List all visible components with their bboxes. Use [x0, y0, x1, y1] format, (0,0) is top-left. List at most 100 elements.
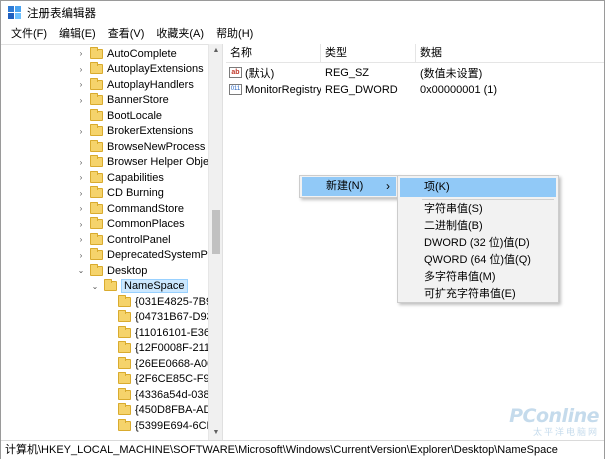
- tree-expander-icon[interactable]: ⌄: [90, 282, 100, 291]
- folder-icon: [90, 108, 103, 121]
- tree-item[interactable]: {26EE0668-A00A: [104, 356, 221, 372]
- folder-icon: [118, 341, 131, 354]
- table-row[interactable]: 011 MonitorRegistry REG_DWORD 0x00000001…: [226, 81, 604, 98]
- folder-icon: [90, 248, 103, 261]
- tree-expander-icon[interactable]: ›: [76, 49, 86, 58]
- tree-item-label: Capabilities: [107, 171, 164, 184]
- new-submenu: 项(K) 字符串值(S) 二进制值(B) DWORD (32 位)值(D) QW…: [397, 175, 559, 303]
- tree-item[interactable]: › BannerStore: [76, 93, 169, 109]
- tree-item[interactable]: {11016101-E366-: [104, 325, 220, 341]
- value-type: REG_SZ: [325, 66, 370, 79]
- folder-icon: [90, 263, 103, 276]
- tree-item[interactable]: › AutoplayExtensions: [76, 62, 204, 78]
- folder-icon: [90, 232, 103, 245]
- tree-item[interactable]: BootLocale: [76, 108, 162, 124]
- tree-item-label: ControlPanel: [107, 233, 171, 246]
- folder-icon: [118, 403, 131, 416]
- tree-expander-icon[interactable]: ›: [76, 96, 86, 105]
- tree-expander-icon[interactable]: ›: [76, 220, 86, 229]
- folder-icon: [90, 170, 103, 183]
- value-name: MonitorRegistry: [245, 83, 321, 96]
- folder-icon: [104, 279, 117, 292]
- tree-expander-icon[interactable]: ›: [76, 251, 86, 260]
- value-data: 0x00000001 (1): [420, 83, 498, 96]
- menu-help[interactable]: 帮助(H): [210, 25, 259, 44]
- column-header-data[interactable]: 数据: [416, 44, 604, 63]
- tree-item[interactable]: › CommandStore: [76, 201, 184, 217]
- tree-vertical-scrollbar[interactable]: ▲ ▼: [208, 44, 222, 440]
- tree-item[interactable]: BrowseNewProcess: [76, 139, 205, 155]
- scroll-up-arrow-icon[interactable]: ▲: [209, 44, 223, 58]
- tree-item[interactable]: › CommonPlaces: [76, 217, 185, 233]
- tree-item[interactable]: ⌄ Desktop: [76, 263, 147, 279]
- context-menu-new[interactable]: 新建(N) ›: [302, 177, 396, 196]
- tree-item[interactable]: {12F0008F-2113-: [104, 341, 220, 357]
- folder-icon: [90, 139, 103, 152]
- tree-expander-icon[interactable]: ›: [76, 235, 86, 244]
- tree-item[interactable]: › CD Burning: [76, 186, 164, 202]
- folder-icon: [90, 201, 103, 214]
- tree-expander-icon[interactable]: ⌄: [76, 266, 86, 275]
- submenu-arrow-icon: ›: [386, 179, 390, 193]
- string-value-icon: ab: [229, 67, 242, 78]
- tree-item-label: AutoplayHandlers: [107, 78, 194, 91]
- tree-item-label: AutoplayExtensions: [107, 63, 204, 76]
- menu-file[interactable]: 文件(F): [5, 25, 53, 44]
- tree-item-label: BrowseNewProcess: [107, 140, 206, 153]
- title-bar[interactable]: 注册表编辑器: [1, 1, 604, 25]
- tree-item[interactable]: › ControlPanel: [76, 232, 171, 248]
- tree-item[interactable]: {2F6CE85C-F9EE-: [104, 372, 222, 388]
- tree-expander-icon[interactable]: ›: [76, 189, 86, 198]
- registry-editor-icon: [8, 6, 22, 20]
- menu-favorites[interactable]: 收藏夹(A): [150, 25, 210, 44]
- context-menu: 新建(N) ›: [299, 175, 399, 198]
- menu-bar: 文件(F) 编辑(E) 查看(V) 收藏夹(A) 帮助(H): [1, 25, 604, 44]
- tree-expander-icon[interactable]: ›: [76, 65, 86, 74]
- tree-item-label: NameSpace: [121, 279, 188, 294]
- tree-item[interactable]: › DeprecatedSystemPack: [76, 248, 222, 264]
- folder-icon: [118, 294, 131, 307]
- tree-item[interactable]: › AutoComplete: [76, 46, 177, 62]
- tree-item-label: CommandStore: [107, 202, 185, 215]
- tree-item[interactable]: {031E4825-7B94-: [104, 294, 222, 310]
- tree-item-label: CommonPlaces: [107, 218, 185, 231]
- tree-item[interactable]: › Browser Helper Object: [76, 155, 218, 171]
- tree-expander-icon[interactable]: ›: [76, 80, 86, 89]
- registry-editor-window: 注册表编辑器 文件(F) 编辑(E) 查看(V) 收藏夹(A) 帮助(H) › A…: [0, 0, 605, 459]
- folder-icon: [118, 372, 131, 385]
- registry-tree[interactable]: › AutoComplete › AutoplayExtensions › Autopla…: [1, 44, 222, 440]
- tree-expander-icon[interactable]: ›: [76, 158, 86, 167]
- tree-item[interactable]: {5399E694-6CE5-: [104, 418, 222, 434]
- tree-expander-icon[interactable]: ›: [76, 173, 86, 182]
- folder-icon: [118, 387, 131, 400]
- scroll-down-arrow-icon[interactable]: ▼: [209, 426, 223, 440]
- submenu-item-key[interactable]: 项(K): [400, 178, 556, 197]
- folder-icon: [118, 325, 131, 338]
- scroll-thumb[interactable]: [212, 210, 220, 254]
- tree-expander-icon[interactable]: ›: [76, 127, 86, 136]
- table-row[interactable]: ab (默认) REG_SZ (数值未设置): [226, 64, 604, 81]
- tree-item[interactable]: {04731B67-D933: [104, 310, 219, 326]
- status-bar-path: 计算机\HKEY_LOCAL_MACHINE\SOFTWARE\Microsof…: [1, 440, 604, 459]
- tree-item[interactable]: {450D8FBA-AD25: [104, 403, 222, 419]
- column-header-type[interactable]: 类型: [321, 44, 416, 63]
- menu-view[interactable]: 查看(V): [102, 25, 151, 44]
- menu-edit[interactable]: 编辑(E): [53, 25, 102, 44]
- tree-item[interactable]: › AutoplayHandlers: [76, 77, 194, 93]
- tree-item[interactable]: › Capabilities: [76, 170, 164, 186]
- tree-item[interactable]: ⌄ NameSpace: [90, 279, 188, 295]
- folder-icon: [90, 77, 103, 90]
- column-header-name[interactable]: 名称: [226, 44, 321, 63]
- submenu-item-expandable-string[interactable]: 可扩充字符串值(E): [400, 285, 556, 304]
- tree-item[interactable]: {4336a54d-038b: [104, 387, 216, 403]
- folder-icon: [90, 46, 103, 59]
- value-data: (数值未设置): [420, 67, 483, 80]
- window-title: 注册表编辑器: [27, 8, 96, 20]
- tree-item-label: DeprecatedSystemPack: [107, 249, 222, 262]
- tree-expander-icon[interactable]: ›: [76, 204, 86, 213]
- folder-icon: [90, 93, 103, 106]
- binary-value-icon: 011: [229, 84, 242, 95]
- value-name: (默认): [245, 67, 275, 80]
- context-menu-new-label: 新建(N): [326, 180, 364, 192]
- tree-item[interactable]: › BrokerExtensions: [76, 124, 193, 140]
